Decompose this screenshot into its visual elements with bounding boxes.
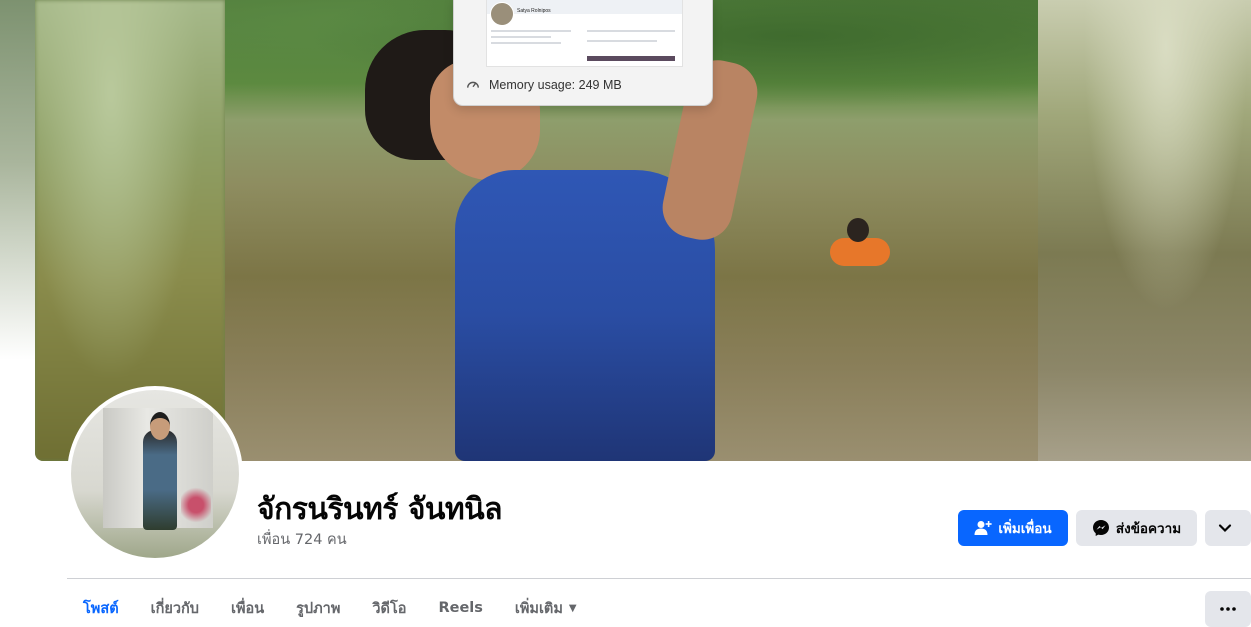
tab-more[interactable]: เพิ่มเติม ▼	[499, 590, 593, 626]
tab-reels[interactable]: Reels	[422, 590, 498, 626]
thumbnail-avatar	[490, 2, 514, 26]
person-plus-icon	[974, 521, 992, 535]
tab-videos[interactable]: วิดีโอ	[356, 590, 422, 626]
caret-down-icon: ▼	[568, 602, 577, 614]
add-friend-button[interactable]: เพิ่มเพื่อน	[958, 510, 1068, 546]
cover-swim-ring	[830, 238, 890, 266]
tab-friends[interactable]: เพื่อน	[215, 590, 280, 626]
chevron-down-icon	[1218, 524, 1232, 533]
ellipsis-icon	[1220, 607, 1236, 611]
profile-tabs: โพสต์ เกี่ยวกับ เพื่อน รูปภาพ วิดีโอ Ree…	[67, 590, 593, 626]
cover-swimmer	[847, 218, 869, 242]
friend-count[interactable]: เพื่อน 724 คน	[257, 528, 347, 551]
add-friend-label: เพิ่มเพื่อน	[998, 521, 1052, 537]
profile-avatar[interactable]	[67, 386, 243, 562]
message-button[interactable]: ส่งข้อความ	[1076, 510, 1197, 546]
memory-usage-text: Memory usage: 249 MB	[489, 78, 622, 92]
messenger-icon	[1092, 520, 1109, 536]
memory-usage-tooltip: Satya Rolnipos Memory usage: 249 MB	[453, 0, 713, 106]
gauge-icon	[467, 81, 479, 88]
thumbnail-name: Satya Rolnipos	[517, 8, 551, 14]
profile-divider	[67, 578, 1251, 579]
page-background-left	[0, 0, 36, 360]
profile-name: จักรนรินทร์ จันทนิล	[257, 492, 503, 527]
cover-blur-right	[1038, 0, 1251, 461]
profile-more-button[interactable]	[1205, 510, 1251, 546]
tab-preview-thumbnail: Satya Rolnipos	[486, 0, 683, 67]
tab-about[interactable]: เกี่ยวกับ	[135, 590, 215, 626]
tabs-overflow-button[interactable]	[1205, 591, 1251, 627]
tab-photos[interactable]: รูปภาพ	[280, 590, 356, 626]
message-label: ส่งข้อความ	[1115, 521, 1182, 537]
tab-posts[interactable]: โพสต์	[67, 590, 135, 626]
